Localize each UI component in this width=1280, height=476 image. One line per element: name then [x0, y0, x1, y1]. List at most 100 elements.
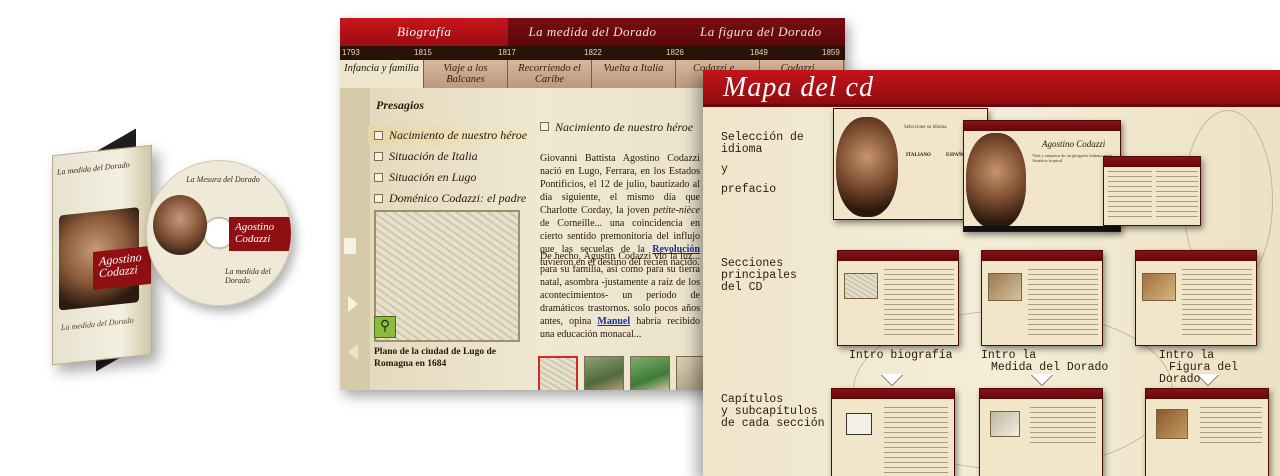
intro-figura-shot[interactable]: [1135, 250, 1257, 346]
disc-portrait: [153, 195, 207, 255]
mini-tab-bar: [1104, 157, 1200, 167]
menu-item-label: Doménico Codazzi: el padre: [389, 191, 527, 205]
caption-intro-medida: Intro la Medida del Dorado: [981, 350, 1108, 374]
image-thumbnails: [538, 356, 722, 390]
prefacio-screen-shot[interactable]: Agostino Codazzi Vida y empresa de un ge…: [963, 120, 1121, 232]
thumbnail-image: [988, 273, 1022, 301]
mini-tab-bar: [964, 121, 1120, 131]
label-prefacio: prefacio: [721, 183, 777, 196]
language-prompt: Seleccione su idioma: [904, 125, 947, 130]
paragraph-italic: petite-nièce: [653, 205, 700, 216]
tab-medida-dorado[interactable]: La medida del Dorado: [508, 18, 676, 46]
preface-text-shot[interactable]: [1103, 156, 1201, 226]
chapter-tab-balcanes[interactable]: Viaje a los Balcanes: [424, 60, 508, 88]
thumbnail[interactable]: [538, 356, 578, 390]
intro-biografia-shot[interactable]: [837, 250, 959, 346]
side-navigation: [340, 88, 370, 390]
thumbnail-image: [990, 411, 1020, 437]
bullet-icon: [374, 152, 383, 161]
menu-item-lugo[interactable]: Situación en Lugo: [368, 168, 530, 187]
text-lines: [1028, 269, 1098, 335]
text-lines: [1108, 171, 1152, 221]
label-capitulos: Capítulos y subcapítulos de cada sección: [721, 394, 825, 430]
chapter-tab-caribe[interactable]: Recorriendo el Caribe: [508, 60, 592, 88]
mini-tab-bar: [1146, 389, 1268, 399]
cd-case-small-title: La medida del Dorado: [57, 160, 130, 177]
scroll-up-icon[interactable]: [344, 238, 356, 254]
year-label: 1817: [498, 48, 516, 57]
label-line: del CD: [721, 281, 763, 294]
year-label: 1822: [584, 48, 602, 57]
codazzi-portrait: [836, 117, 898, 217]
bullet-icon: [374, 131, 383, 140]
menu-item-nacimiento[interactable]: Nacimiento de nuestro héroe: [368, 126, 530, 145]
mini-tab-bar: [832, 389, 954, 399]
paragraph-2: De hecho, Agustín Codazzi vio la luz... …: [540, 250, 700, 341]
codazzi-portrait: [966, 133, 1026, 229]
bullet-icon: [540, 122, 549, 131]
menu-item-label: Situación de Italia: [389, 149, 478, 163]
thumbnail[interactable]: [630, 356, 670, 390]
chapter-tab-italia[interactable]: Vuelta a Italia: [592, 60, 676, 88]
cd-disc-top-text: La Mesura del Dorado: [186, 175, 260, 184]
mini-tab-bar: [982, 251, 1102, 261]
cd-disc-name-line1: Agostino: [235, 221, 275, 233]
previous-page-icon[interactable]: [348, 344, 358, 360]
label-seleccion: Selección de idioma: [721, 132, 804, 156]
cd-case-bottom-text: La medida del Dorado: [61, 315, 134, 333]
header-divider: [703, 104, 1280, 107]
down-arrow-icon: [1031, 374, 1053, 385]
menu-item-label: Nacimiento de nuestro héroe: [389, 128, 528, 142]
thumbnail-image: [1156, 409, 1188, 439]
cd-case: La medida del Dorado Agostino Codazzi La…: [52, 144, 152, 366]
cd-case-name: Agostino Codazzi: [99, 250, 142, 280]
mini-tab-bar: [980, 389, 1102, 399]
label-secciones: Secciones principales del CD: [721, 258, 797, 294]
year-label: 1793: [342, 48, 360, 57]
thumbnail-image: [846, 413, 872, 435]
down-arrow-icon: [1197, 374, 1219, 385]
thumbnail-image: [1142, 273, 1176, 301]
intro-medida-shot[interactable]: [981, 250, 1103, 346]
text-lines: [1156, 171, 1198, 221]
article-title-label: Nacimiento de nuestro héroe: [555, 120, 694, 134]
thumbnail[interactable]: [584, 356, 624, 390]
year-label: 1849: [750, 48, 768, 57]
page-title: Mapa del cd: [723, 72, 874, 103]
section-tabs: Biografía La medida del Dorado La figura…: [340, 18, 845, 46]
cd-disc-name-line2: Codazzi: [235, 233, 271, 245]
shot-title: Agostino Codazzi: [1042, 139, 1106, 149]
chapters-medida-shot[interactable]: [979, 388, 1103, 476]
chapters-biografia-shot[interactable]: [831, 388, 955, 476]
image-caption: Plano de la ciudad de Lugo de Romagna en…: [374, 347, 496, 369]
magnifier-icon[interactable]: ⚲: [374, 316, 396, 338]
chapter-tab-infancia[interactable]: Infancia y familia: [340, 60, 424, 88]
text-lines: [884, 407, 948, 473]
thumbnail-image: [844, 273, 878, 299]
year-label: 1826: [666, 48, 684, 57]
menu-item-padre[interactable]: Doménico Codazzi: el padre: [368, 189, 530, 208]
cd-map-window: Mapa del cd Selección de idioma y prefac…: [703, 70, 1280, 476]
menu-item-label: Situación en Lugo: [389, 170, 477, 184]
text-lines: [1200, 407, 1262, 447]
down-arrow-icon: [881, 374, 903, 385]
text-lines: [1182, 269, 1252, 335]
year-label: 1815: [414, 48, 432, 57]
caption-intro-biografia: Intro biografía: [849, 349, 953, 362]
next-page-icon[interactable]: [348, 296, 358, 312]
bullet-icon: [374, 173, 383, 182]
label-y: y: [721, 163, 728, 176]
tab-biografia[interactable]: Biografía: [340, 18, 509, 46]
language-option[interactable]: ITALIANO: [906, 153, 931, 158]
article-title: Nacimiento de nuestro héroe: [540, 120, 693, 135]
label-line: de cada sección: [721, 417, 825, 430]
section-title: Presagios: [376, 98, 424, 112]
mini-tab-bar: [1136, 251, 1256, 261]
manuel-link[interactable]: Manuel: [597, 316, 630, 327]
chapters-figura-shot[interactable]: [1145, 388, 1269, 476]
year-label: 1859: [822, 48, 840, 57]
caption-intro-figura: Intro la Figura del Dorado: [1159, 350, 1280, 386]
cd-disc: La Mesura del Dorado Agostino Codazzi La…: [146, 160, 292, 306]
menu-item-italia[interactable]: Situación de Italia: [368, 147, 530, 166]
tab-figura-dorado[interactable]: La figura del Dorado: [677, 18, 845, 46]
